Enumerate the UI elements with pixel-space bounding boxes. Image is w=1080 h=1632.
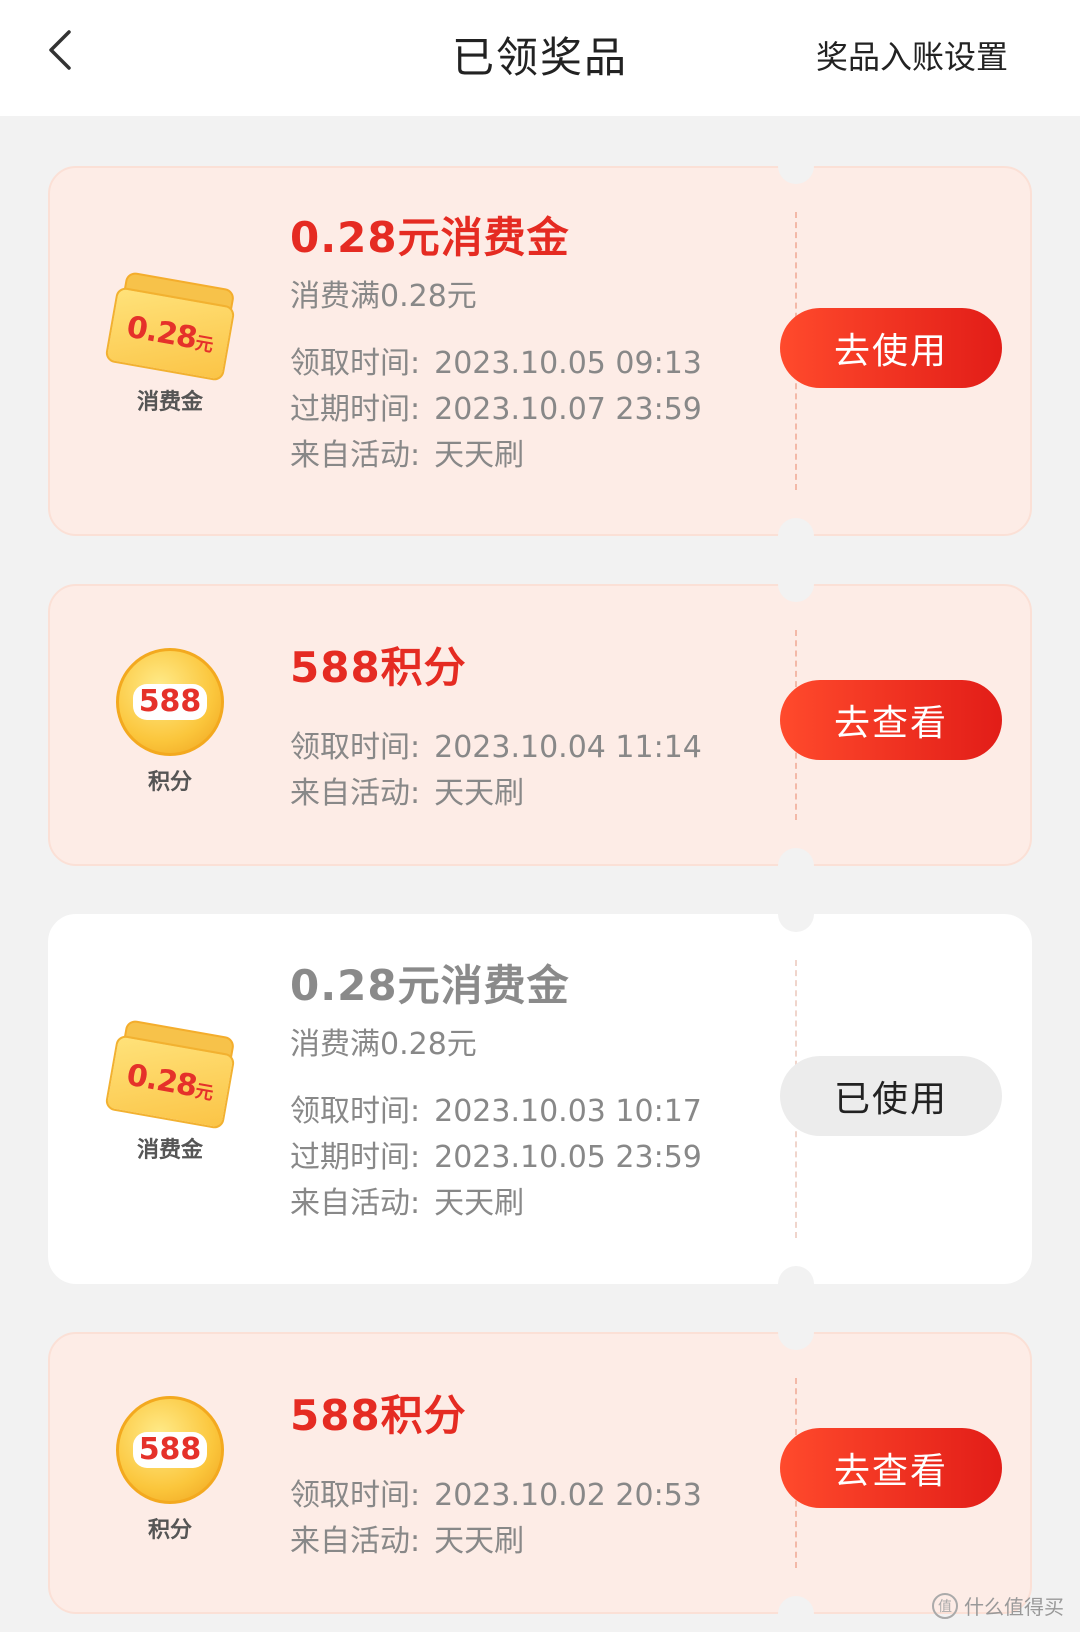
voucher-icon: 0.28元 <box>104 1018 236 1130</box>
prize-meta: 领取时间: 2023.10.04 11:14 来自活动: 天天刷 <box>290 725 730 817</box>
prize-info: 588积分 领取时间: 2023.10.04 11:14 来自活动: 天天刷 <box>290 634 730 817</box>
voucher-amount: 0.28 <box>124 309 200 356</box>
coin-icon: 588 <box>116 648 224 756</box>
voucher-icon: 0.28元 <box>104 270 236 382</box>
prize-card: 588 积分 588积分 领取时间: 2023.10.04 11:14 来自活动:… <box>48 566 1032 884</box>
used-status-button: 已使用 <box>780 1056 1002 1136</box>
prize-info: 0.28元消费金 消费满0.28元 领取时间: 2023.10.03 10:17 … <box>290 952 730 1227</box>
prize-card: 588 积分 588积分 领取时间: 2023.10.02 20:53 来自活动:… <box>48 1314 1032 1632</box>
card-notch <box>778 848 814 884</box>
prize-card: 0.28元 消费金 0.28元消费金 消费满0.28元 领取时间: 2023.10… <box>48 896 1032 1302</box>
received-time: 领取时间: 2023.10.03 10:17 <box>290 1094 702 1129</box>
prize-icon: 0.28元 消费金 <box>90 270 250 416</box>
card-notch <box>778 148 814 184</box>
prize-icon: 588 积分 <box>90 1396 250 1544</box>
voucher-unit: 元 <box>193 1080 214 1104</box>
prize-meta: 领取时间: 2023.10.02 20:53 来自活动: 天天刷 <box>290 1473 730 1565</box>
prize-meta: 领取时间: 2023.10.05 09:13 过期时间: 2023.10.07 23… <box>290 341 730 479</box>
expire-time: 过期时间: 2023.10.05 23:59 <box>290 1140 702 1175</box>
coin-value: 588 <box>132 1432 208 1468</box>
card-notch <box>778 1596 814 1632</box>
app-header: 已领奖品 奖品入账设置 <box>0 0 1080 116</box>
coin-icon: 588 <box>116 1396 224 1504</box>
icon-caption: 积分 <box>147 1518 192 1543</box>
card-notch <box>778 896 814 932</box>
card-notch <box>778 1314 814 1350</box>
received-time: 领取时间: 2023.10.02 20:53 <box>290 1478 702 1513</box>
received-time: 领取时间: 2023.10.04 11:14 <box>290 730 702 765</box>
card-notch <box>778 518 814 554</box>
source-activity: 来自活动: 天天刷 <box>290 438 525 473</box>
expire-time: 过期时间: 2023.10.07 23:59 <box>290 392 702 427</box>
prize-icon: 0.28元 消费金 <box>90 1018 250 1164</box>
watermark-logo-icon: 值 <box>932 1592 958 1619</box>
prize-title: 588积分 <box>290 1391 467 1440</box>
prize-title: 588积分 <box>290 643 467 692</box>
prize-info: 588积分 领取时间: 2023.10.02 20:53 来自活动: 天天刷 <box>290 1382 730 1565</box>
icon-caption: 消费金 <box>136 390 203 415</box>
prize-title: 0.28元消费金 <box>290 213 570 262</box>
card-notch <box>778 566 814 602</box>
prize-info: 0.28元消费金 消费满0.28元 领取时间: 2023.10.05 09:13 … <box>290 204 730 479</box>
prize-subtitle: 消费满0.28元 <box>290 1027 477 1062</box>
received-time: 领取时间: 2023.10.05 09:13 <box>290 346 702 381</box>
source-activity: 来自活动: 天天刷 <box>290 1524 525 1559</box>
prize-settings-link[interactable]: 奖品入账设置 <box>816 32 1008 78</box>
prize-icon: 588 积分 <box>90 648 250 796</box>
voucher-unit: 元 <box>193 332 214 356</box>
prize-card: 0.28元 消费金 0.28元消费金 消费满0.28元 领取时间: 2023.10… <box>48 148 1032 554</box>
icon-caption: 积分 <box>147 770 192 795</box>
prize-title: 0.28元消费金 <box>290 961 570 1010</box>
view-button[interactable]: 去查看 <box>780 1428 1002 1508</box>
voucher-amount: 0.28 <box>124 1057 200 1104</box>
prize-subtitle: 消费满0.28元 <box>290 279 477 314</box>
card-notch <box>778 1266 814 1302</box>
use-button[interactable]: 去使用 <box>780 308 1002 388</box>
watermark: 值 什么值得买 <box>932 1591 1064 1620</box>
prize-meta: 领取时间: 2023.10.03 10:17 过期时间: 2023.10.05 23… <box>290 1089 730 1227</box>
icon-caption: 消费金 <box>136 1138 203 1163</box>
coin-value: 588 <box>132 684 208 720</box>
watermark-text: 什么值得买 <box>964 1595 1064 1619</box>
view-button[interactable]: 去查看 <box>780 680 1002 760</box>
source-activity: 来自活动: 天天刷 <box>290 776 525 811</box>
source-activity: 来自活动: 天天刷 <box>290 1186 525 1221</box>
